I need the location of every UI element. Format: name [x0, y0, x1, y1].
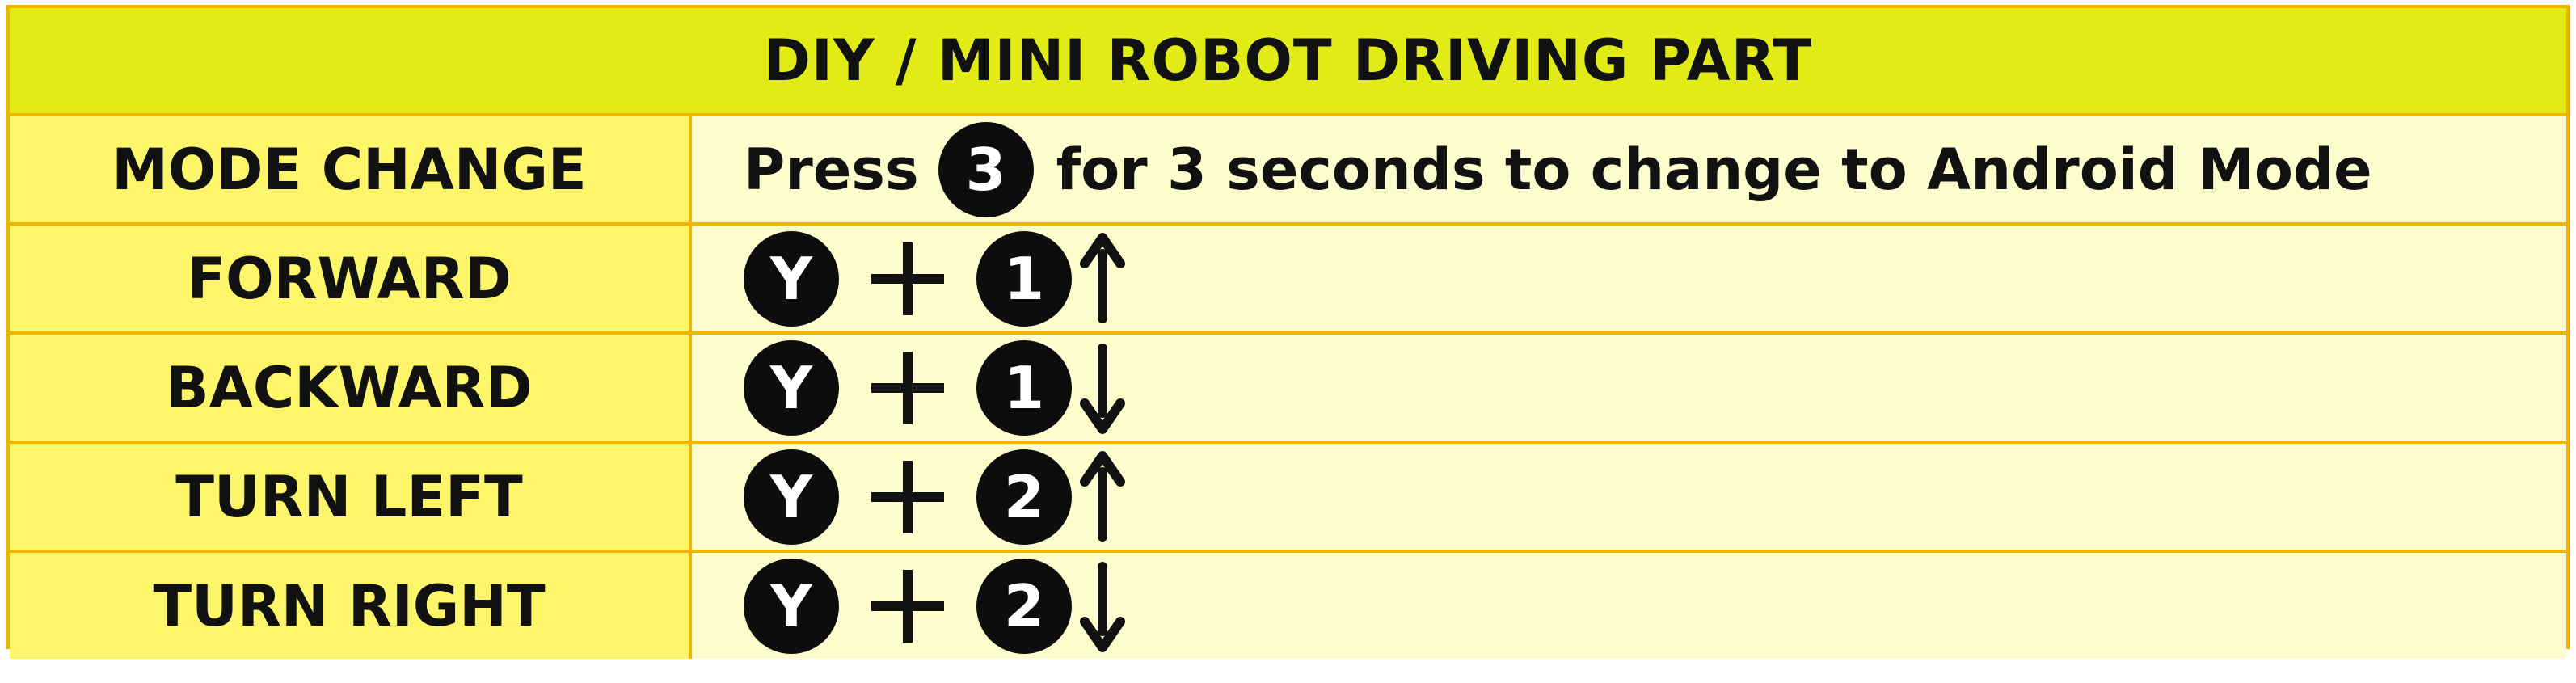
row-value: Y 1 [692, 335, 2566, 441]
row-label: FORWARD [10, 226, 692, 331]
row-value: Y 2 [692, 444, 2566, 550]
down-arrow-icon [1078, 340, 1127, 436]
table-row-mode-change: MODE CHANGE Press 3 for 3 seconds to cha… [10, 116, 2566, 226]
plus-icon [839, 340, 976, 436]
y-button-badge: Y [744, 339, 839, 436]
table-row-turn-left: TURN LEFT Y 2 [10, 444, 2566, 553]
button-3-badge: 3 [938, 121, 1034, 217]
up-arrow-icon [1078, 231, 1127, 327]
instruction-text: for 3 seconds to change to Android Mode [1056, 136, 2372, 203]
y-button-badge: Y [744, 230, 839, 327]
number-button-badge: 2 [976, 449, 1072, 545]
table-row-backward: BACKWARD Y 1 [10, 335, 2566, 444]
number-button-badge: 2 [976, 558, 1072, 654]
row-value: Y 2 [692, 553, 2566, 659]
plus-icon [839, 449, 976, 545]
row-value: Press 3 for 3 seconds to change to Andro… [692, 116, 2566, 222]
table-row-turn-right: TURN RIGHT Y 2 [10, 553, 2566, 659]
row-label: TURN LEFT [10, 444, 692, 550]
y-button-badge: Y [744, 449, 839, 545]
table-row-forward: FORWARD Y 1 [10, 226, 2566, 335]
row-label: MODE CHANGE [10, 116, 692, 222]
row-label: BACKWARD [10, 335, 692, 441]
up-arrow-icon [1078, 449, 1127, 545]
press-text: Press [744, 136, 919, 203]
row-value: Y 1 [692, 226, 2566, 331]
plus-icon [839, 231, 976, 327]
down-arrow-icon [1078, 559, 1127, 654]
table-title: DIY / MINI ROBOT DRIVING PART [10, 8, 2566, 116]
number-button-badge: 1 [976, 230, 1072, 327]
controls-table: DIY / MINI ROBOT DRIVING PART MODE CHANG… [6, 5, 2570, 659]
number-button-badge: 1 [976, 339, 1072, 436]
row-label: TURN RIGHT [10, 553, 692, 659]
plus-icon [839, 559, 976, 654]
y-button-badge: Y [744, 558, 839, 654]
